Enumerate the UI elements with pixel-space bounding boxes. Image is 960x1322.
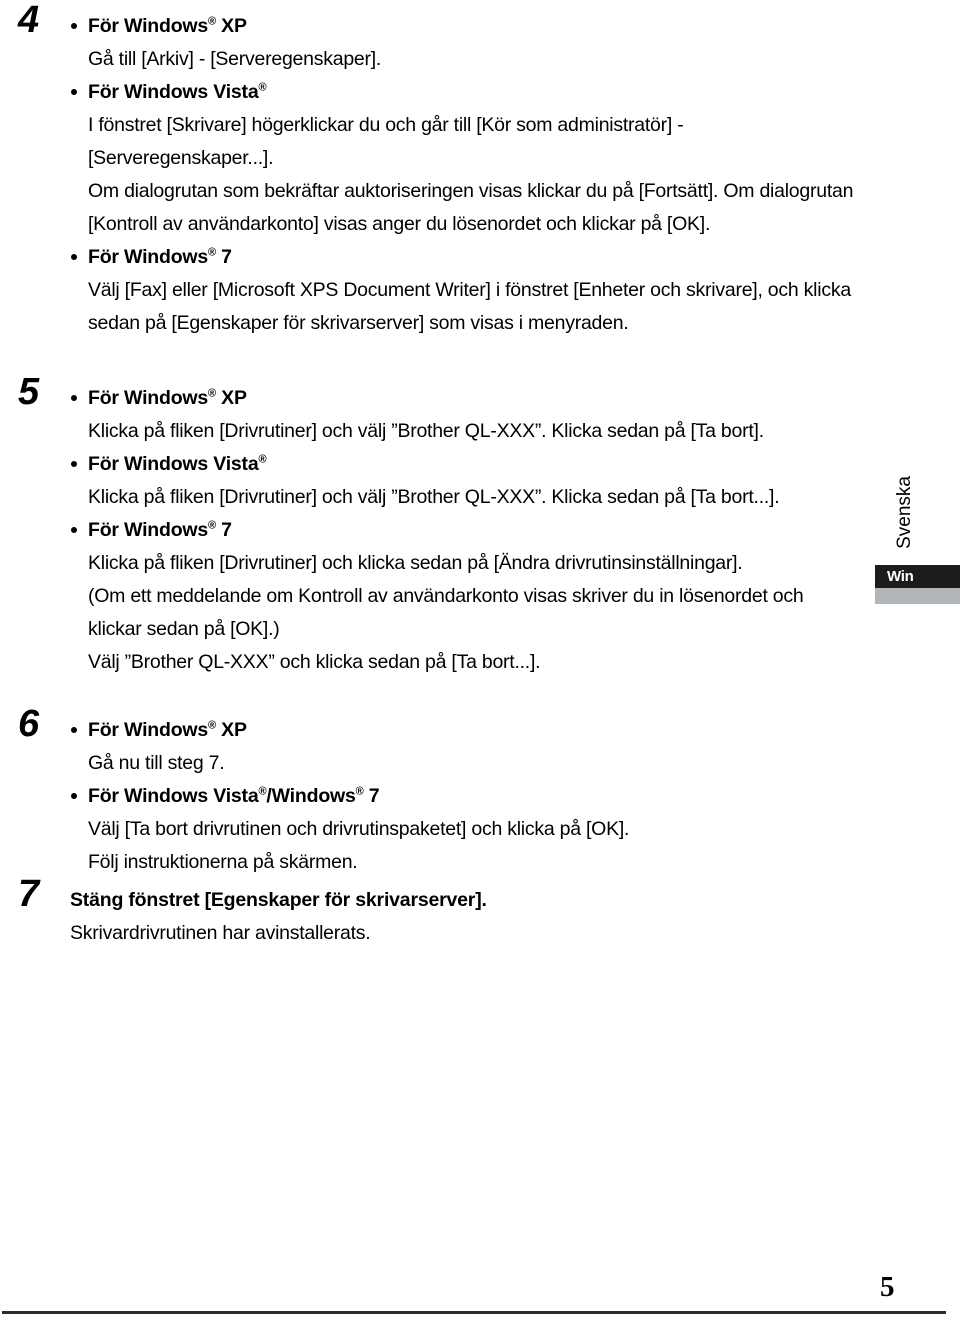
os-tab-label: Win <box>887 568 914 585</box>
heading-suffix: 7 <box>215 246 232 268</box>
heading-suffix: XP <box>215 387 247 409</box>
step-4-body-win7-1: Välj [Fax] eller [Microsoft XPS Document… <box>88 279 851 334</box>
registered-mark-icon-2: ® <box>355 785 364 798</box>
step-4-body-vista-1: I fönstret [Skrivare] högerklickar du oc… <box>88 114 684 169</box>
step-6: 6 För Windows® XP Gå nu till steg 7. För… <box>0 705 950 879</box>
step-5-heading-xp: För Windows® XP <box>70 382 950 415</box>
step-4: 4 För Windows® XP Gå till [Arkiv] - [Ser… <box>0 1 950 340</box>
step-6-heading-xp: För Windows® XP <box>70 714 950 747</box>
heading-suffix: 7 <box>363 785 380 807</box>
step-number-6: 6 <box>18 703 39 745</box>
heading-text: För Windows Vista <box>88 453 259 475</box>
os-tab-badge: Win <box>875 565 960 588</box>
registered-mark-icon: ® <box>258 81 267 94</box>
step-5-heading-vista: För Windows Vista® <box>70 448 950 481</box>
heading-text: För Windows Vista <box>88 81 259 103</box>
registered-mark-icon: ® <box>208 246 216 259</box>
heading-text: För Windows <box>88 246 209 268</box>
registered-mark-icon: ® <box>208 387 216 400</box>
bullet-dot-icon <box>71 461 77 467</box>
step-5-heading-win7: För Windows® 7 <box>70 514 950 547</box>
step-5-body-xp-1: Klicka på fliken [Drivrutiner] och välj … <box>88 420 764 442</box>
step-6-heading-vista-win7: För Windows Vista®/Windows® 7 <box>70 780 950 813</box>
bullet-dot-icon <box>71 395 77 401</box>
step-4-heading-win7: För Windows® 7 <box>70 241 950 274</box>
bullet-dot-icon <box>71 23 77 29</box>
heading-text: För Windows <box>88 519 209 541</box>
heading-suffix: XP <box>215 15 247 37</box>
page-number: 5 <box>880 1271 895 1303</box>
step-number-5: 5 <box>18 371 39 413</box>
step-5-body-win7-3: Välj ”Brother QL-XXX” och klicka sedan p… <box>88 651 541 673</box>
bullet-dot-icon <box>71 254 77 260</box>
heading-suffix: XP <box>215 719 247 741</box>
language-tab-label: Svenska <box>894 476 915 549</box>
footer-divider <box>2 1311 946 1314</box>
step-6-body-vista-win7-1: Välj [Ta bort drivrutinen och drivrutins… <box>88 818 630 840</box>
step-7-body-1: Skrivardrivrutinen har avinstallerats. <box>70 922 371 944</box>
step-4-body-vista-2: Om dialogrutan som bekräftar auktoriseri… <box>88 180 854 235</box>
heading-text: För Windows <box>88 387 209 409</box>
heading-text: För Windows <box>88 719 209 741</box>
registered-mark-icon: ® <box>208 719 216 732</box>
bullet-dot-icon <box>71 89 77 95</box>
step-6-body-vista-win7-2: Följ instruktionerna på skärmen. <box>88 851 358 873</box>
registered-mark-icon: ® <box>258 453 267 466</box>
registered-mark-icon: ® <box>208 15 216 28</box>
heading-text: För Windows Vista <box>88 785 259 807</box>
heading-text: För Windows <box>88 15 209 37</box>
bullet-dot-icon <box>71 793 77 799</box>
step-7: 7 Stäng fönstret [Egenskaper för skrivar… <box>0 875 950 950</box>
step-5: 5 För Windows® XP Klicka på fliken [Driv… <box>0 373 950 679</box>
step-5-body-win7-1: Klicka på fliken [Drivrutiner] och klick… <box>88 552 743 574</box>
step-6-body-xp-1: Gå nu till steg 7. <box>88 752 225 774</box>
step-number-4: 4 <box>18 0 39 41</box>
manual-page: 4 För Windows® XP Gå till [Arkiv] - [Ser… <box>0 0 960 1322</box>
step-4-heading-xp: För Windows® XP <box>70 10 950 43</box>
bullet-dot-icon <box>71 727 77 733</box>
step-5-body-vista-1: Klicka på fliken [Drivrutiner] och välj … <box>88 486 780 508</box>
bullet-dot-icon <box>71 527 77 533</box>
os-tab-shadow <box>875 588 960 604</box>
heading-mid: /Windows <box>266 785 356 807</box>
step-number-7: 7 <box>18 873 39 915</box>
step-7-title: Stäng fönstret [Egenskaper för skrivarse… <box>70 889 487 911</box>
step-5-body-win7-2: (Om ett meddelande om Kontroll av använd… <box>88 585 804 640</box>
step-4-body-xp-1: Gå till [Arkiv] - [Serveregenskaper]. <box>88 48 382 70</box>
heading-suffix: 7 <box>215 519 232 541</box>
step-4-heading-vista: För Windows Vista® <box>70 76 950 109</box>
registered-mark-icon: ® <box>208 519 216 532</box>
